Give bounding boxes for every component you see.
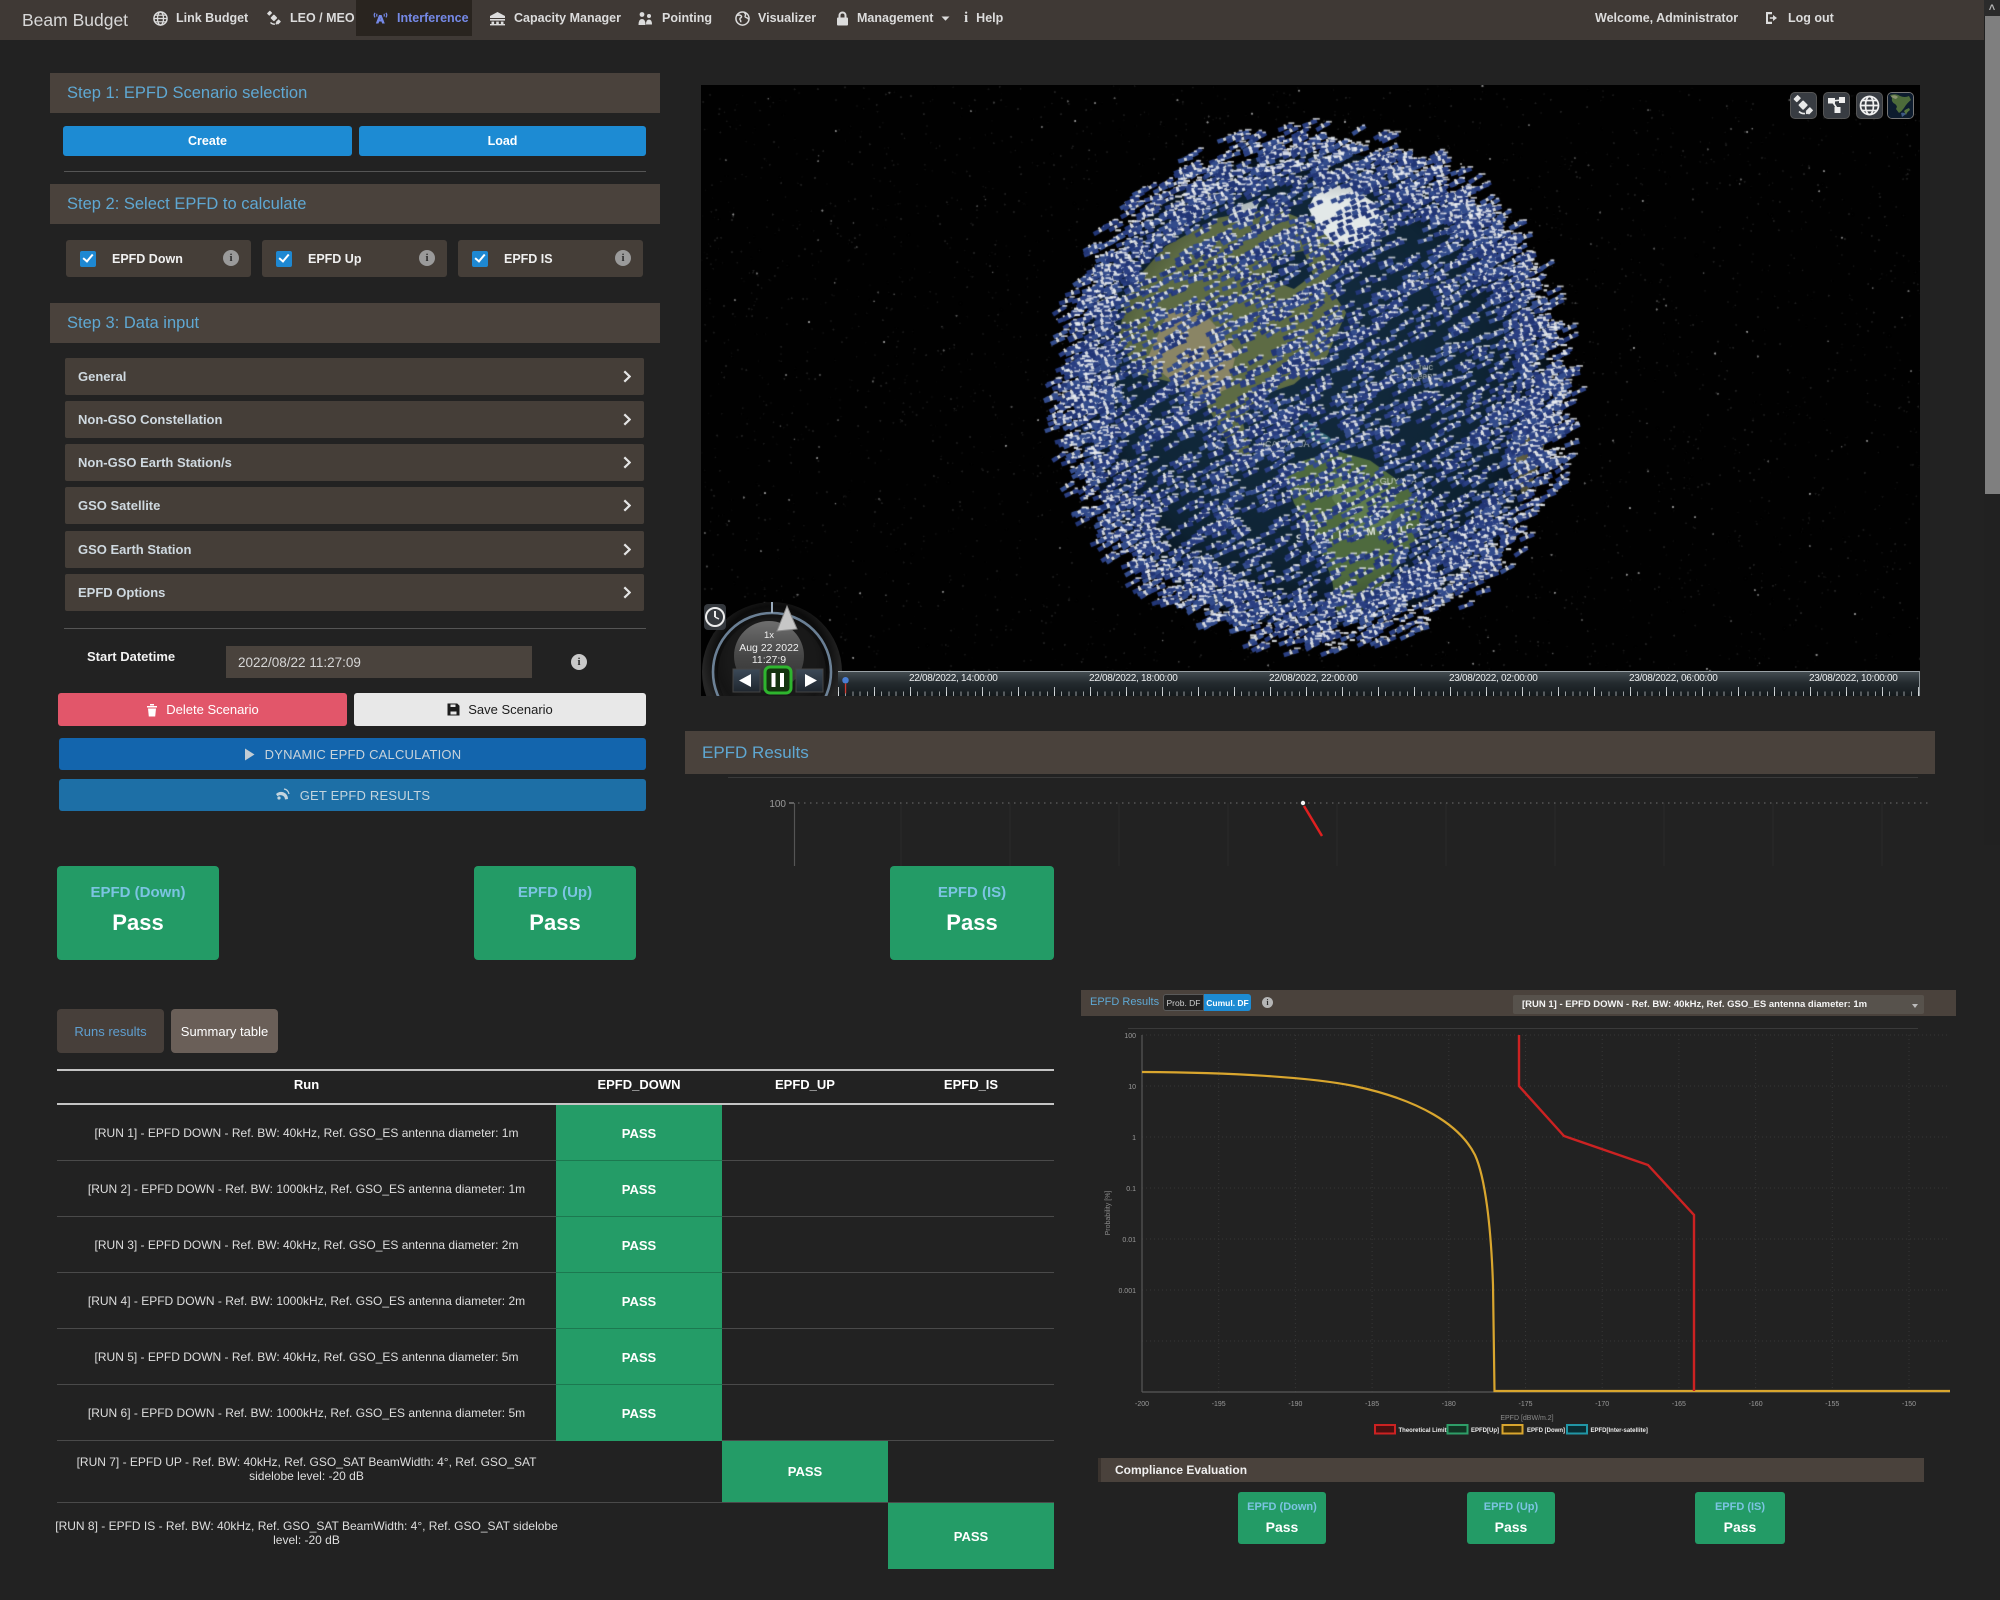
svg-text:A: A bbox=[376, 14, 384, 26]
svg-text:-185: -185 bbox=[1365, 1401, 1379, 1408]
svg-text:1: 1 bbox=[1132, 1135, 1136, 1142]
svg-text:0.1: 0.1 bbox=[1126, 1186, 1136, 1193]
svg-text:Theoretical Limit: Theoretical Limit bbox=[1399, 1428, 1447, 1434]
svg-text:-200: -200 bbox=[1135, 1401, 1149, 1408]
svg-text:100: 100 bbox=[769, 799, 786, 810]
svg-text:-155: -155 bbox=[1825, 1401, 1839, 1408]
svg-text:-165: -165 bbox=[1672, 1401, 1686, 1408]
svg-text:100: 100 bbox=[1124, 1033, 1136, 1040]
svg-text:-175: -175 bbox=[1518, 1401, 1532, 1408]
svg-text:-195: -195 bbox=[1212, 1401, 1226, 1408]
svg-text:-150: -150 bbox=[1902, 1401, 1916, 1408]
svg-text:-180: -180 bbox=[1442, 1401, 1456, 1408]
svg-text:EPFD [Down]: EPFD [Down] bbox=[1527, 1428, 1565, 1434]
svg-text:-160: -160 bbox=[1749, 1401, 1763, 1408]
svg-text:Aug 22 2022: Aug 22 2022 bbox=[739, 642, 799, 654]
svg-text:Probability [%]: Probability [%] bbox=[1105, 1191, 1112, 1236]
svg-text:1x: 1x bbox=[764, 630, 774, 641]
svg-text:EPFD [dBW/m.2]: EPFD [dBW/m.2] bbox=[1500, 1415, 1553, 1422]
svg-text:EPFD[Up]: EPFD[Up] bbox=[1471, 1428, 1499, 1434]
svg-text:-170: -170 bbox=[1595, 1401, 1609, 1408]
svg-text:-190: -190 bbox=[1288, 1401, 1302, 1408]
svg-text:11:27:9: 11:27:9 bbox=[752, 654, 786, 666]
svg-text:EPFD[Inter-satellite]: EPFD[Inter-satellite] bbox=[1591, 1428, 1648, 1434]
svg-text:10: 10 bbox=[1128, 1084, 1136, 1091]
svg-text:0.01: 0.01 bbox=[1122, 1237, 1136, 1244]
svg-text:0.001: 0.001 bbox=[1118, 1288, 1136, 1295]
